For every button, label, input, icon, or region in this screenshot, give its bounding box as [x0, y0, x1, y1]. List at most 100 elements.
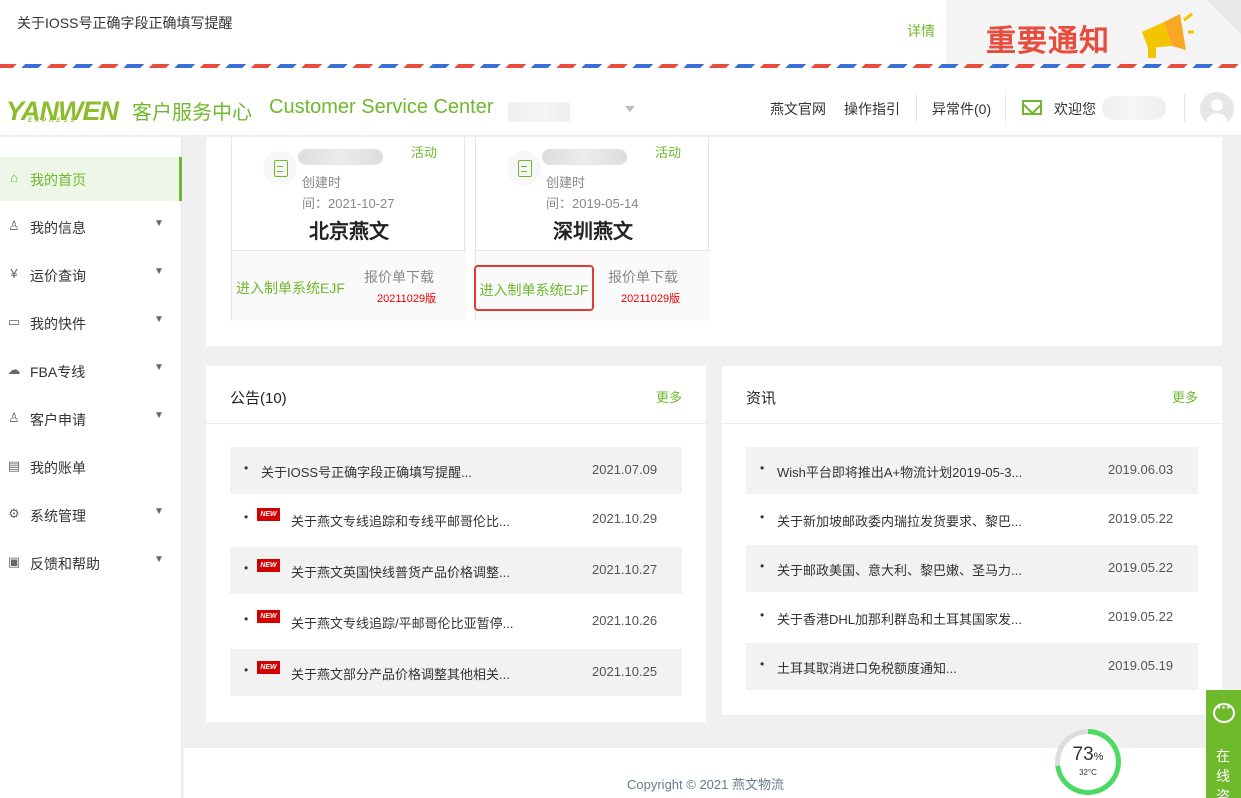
sidebar-item-my-info[interactable]: ♙ 我的信息 ▼: [0, 205, 182, 249]
page-curl: [1207, 0, 1241, 34]
panel-header: 公告(10) 更多: [206, 366, 706, 424]
document-icon: [263, 151, 297, 185]
welcome-text: 欢迎您: [1054, 101, 1096, 117]
user-add-icon: ♙: [8, 410, 20, 425]
list-item[interactable]: • Wish平台即将推出A+物流计划2019-05-3... 2019.06.0…: [746, 447, 1198, 494]
list-item[interactable]: • NEW 关于燕文部分产品价格调整其他相关... 2021.10.25: [230, 649, 682, 696]
account-select[interactable]: [508, 102, 570, 122]
price-download-link[interactable]: 报价单下载: [608, 267, 678, 287]
online-chat-tab[interactable]: 在线咨: [1206, 690, 1241, 798]
branch-card-area: 活动 创建时 间：2021-10-27 北京燕文 进入制单系统EJF 报价单下载…: [206, 137, 1222, 346]
sidebar-item-rates[interactable]: ¥ 运价查询 ▼: [0, 253, 182, 297]
account-name: [298, 149, 383, 165]
sidebar-item-label: 我的快件: [30, 316, 86, 332]
list-item[interactable]: • 土耳其取消进口免税额度通知... 2019.05.19: [746, 643, 1198, 690]
sidebar-item-bills[interactable]: ▤ 我的账单: [0, 445, 182, 489]
chevron-down-icon[interactable]: [625, 106, 635, 112]
notice-bar: 关于IOSS号正确字段正确填写提醒 详情 重要通知: [0, 0, 1241, 66]
nav-guide[interactable]: 操作指引: [844, 99, 900, 119]
sidebar-item-label: 系统管理: [30, 508, 86, 524]
sidebar: ⌂ 我的首页 ♙ 我的信息 ▼ ¥ 运价查询 ▼ ▭ 我的快件 ▼ ☁ FBA专…: [0, 137, 182, 798]
chevron-down-icon: ▼: [154, 266, 164, 277]
branch-card-beijing: 活动 创建时 间：2021-10-27 北京燕文 进入制单系统EJF 报价单下载…: [231, 137, 466, 321]
price-version[interactable]: 20211029版: [621, 290, 680, 306]
user-icon: ♙: [8, 218, 20, 233]
megaphone-icon: [1142, 12, 1194, 58]
notice-banner: 重要通知: [946, 0, 1241, 66]
nav-exceptions[interactable]: 异常件(0): [932, 99, 991, 119]
branch-card-shenzhen: 活动 创建时 间：2019-05-14 深圳燕文 进入制单系统EJF 报价单下载…: [474, 137, 710, 321]
new-badge: NEW: [257, 661, 280, 674]
list-item[interactable]: • NEW 关于燕文专线追踪/平邮哥伦比亚暂停... 2021.10.26: [230, 598, 682, 645]
list-item[interactable]: • 关于邮政美国、意大利、黎巴嫩、圣马力... 2019.05.22: [746, 545, 1198, 592]
more-link[interactable]: 更多: [1172, 387, 1198, 406]
chevron-down-icon: ▼: [154, 218, 164, 229]
list-item[interactable]: • 关于IOSS号正确字段正确填写提醒... 2021.07.09: [230, 447, 682, 494]
panel-title: 公告(10): [230, 390, 287, 407]
list-item[interactable]: • NEW 关于燕文专线追踪和专线平邮哥伦比... 2021.10.29: [230, 496, 682, 543]
gear-icon: ⚙: [8, 506, 20, 521]
chat-label: 在线咨: [1216, 748, 1230, 798]
sidebar-item-label: FBA专线: [30, 364, 86, 380]
card-footer: 进入制单系统EJF 报价单下载 20211029版: [474, 250, 710, 321]
sidebar-item-label: 客户申请: [30, 412, 86, 428]
notice-text[interactable]: 关于IOSS号正确字段正确填写提醒: [17, 13, 232, 33]
mail-icon[interactable]: [1022, 100, 1042, 115]
sidebar-item-label: 我的账单: [30, 460, 86, 476]
yen-icon: ¥: [10, 266, 18, 281]
gauge-temperature: 32°C: [1079, 768, 1097, 777]
nav-official-site[interactable]: 燕文官网: [770, 99, 826, 119]
branch-city: 北京燕文: [309, 221, 389, 243]
new-badge: NEW: [257, 610, 280, 623]
feedback-icon: ▣: [7, 554, 21, 569]
new-badge: NEW: [257, 508, 280, 521]
gauge-percent: 73%: [1072, 744, 1104, 765]
sidebar-item-home[interactable]: ⌂ 我的首页: [0, 157, 182, 201]
sidebar-item-feedback[interactable]: ▣ 反馈和帮助 ▼: [0, 541, 182, 585]
created-date: 创建时 间：2021-10-27: [302, 175, 395, 211]
chevron-down-icon: ▼: [154, 410, 164, 421]
notice-banner-title: 重要通知: [986, 25, 1110, 58]
chevron-down-icon: ▼: [154, 314, 164, 325]
more-link[interactable]: 更多: [656, 387, 682, 406]
nav-divider: [916, 94, 917, 122]
announcements-panel: 公告(10) 更多 • 关于IOSS号正确字段正确填写提醒... 2021.07…: [206, 366, 706, 722]
header-title-en: Customer Service Center: [269, 96, 494, 118]
list-item[interactable]: • NEW 关于燕文英国快线普货产品价格调整... 2021.10.27: [230, 547, 682, 594]
sidebar-item-label: 反馈和帮助: [30, 556, 100, 572]
status-badge: 活动: [411, 145, 438, 160]
bill-icon: ▤: [7, 458, 21, 473]
sidebar-item-shipments[interactable]: ▭ 我的快件 ▼: [0, 301, 182, 345]
enter-ejf-button[interactable]: 进入制单系统EJF: [232, 265, 349, 311]
panel-title: 资讯: [746, 390, 777, 407]
sidebar-item-fba[interactable]: ☁ FBA专线 ▼: [0, 349, 182, 393]
sidebar-item-system[interactable]: ⚙ 系统管理 ▼: [0, 493, 182, 537]
app-header: YANWEN EXPRESS 客户服务中心 Customer Service C…: [0, 68, 1241, 136]
branch-city: 深圳燕文: [553, 221, 633, 243]
nav-divider: [1005, 94, 1006, 122]
list-item[interactable]: • 关于香港DHL加那利群岛和土耳其国家发... 2019.05.22: [746, 594, 1198, 641]
avatar[interactable]: [1200, 92, 1234, 126]
card-footer: 进入制单系统EJF 报价单下载 20211029版: [232, 250, 466, 321]
status-badge: 活动: [655, 145, 682, 160]
enter-ejf-button[interactable]: 进入制单系统EJF: [474, 265, 594, 311]
news-panel: 资讯 更多 • Wish平台即将推出A+物流计划2019-05-3... 201…: [722, 366, 1222, 715]
price-version[interactable]: 20211029版: [377, 290, 436, 306]
copyright-text: Copyright © 2021 燕文物流: [627, 777, 784, 792]
list-item[interactable]: • 关于新加坡邮政委内瑞拉发货要求、黎巴... 2019.05.22: [746, 496, 1198, 543]
sidebar-item-apply[interactable]: ♙ 客户申请 ▼: [0, 397, 182, 441]
sidebar-item-label: 我的首页: [30, 172, 86, 188]
username: [1102, 96, 1166, 120]
account-name: [542, 149, 627, 165]
package-icon: ▭: [7, 314, 21, 329]
sidebar-item-label: 我的信息: [30, 220, 86, 236]
notice-detail-link[interactable]: 详情: [907, 21, 935, 41]
created-date: 创建时 间：2019-05-14: [546, 175, 639, 211]
price-download-link[interactable]: 报价单下载: [364, 267, 434, 287]
chevron-down-icon: ▼: [154, 554, 164, 565]
panel-header: 资讯 更多: [722, 366, 1222, 424]
chevron-down-icon: ▼: [154, 506, 164, 517]
yanwen-logo[interactable]: YANWEN EXPRESS: [6, 96, 119, 127]
memory-gauge[interactable]: 73% 32°C: [1055, 729, 1121, 795]
document-icon: [507, 151, 541, 185]
